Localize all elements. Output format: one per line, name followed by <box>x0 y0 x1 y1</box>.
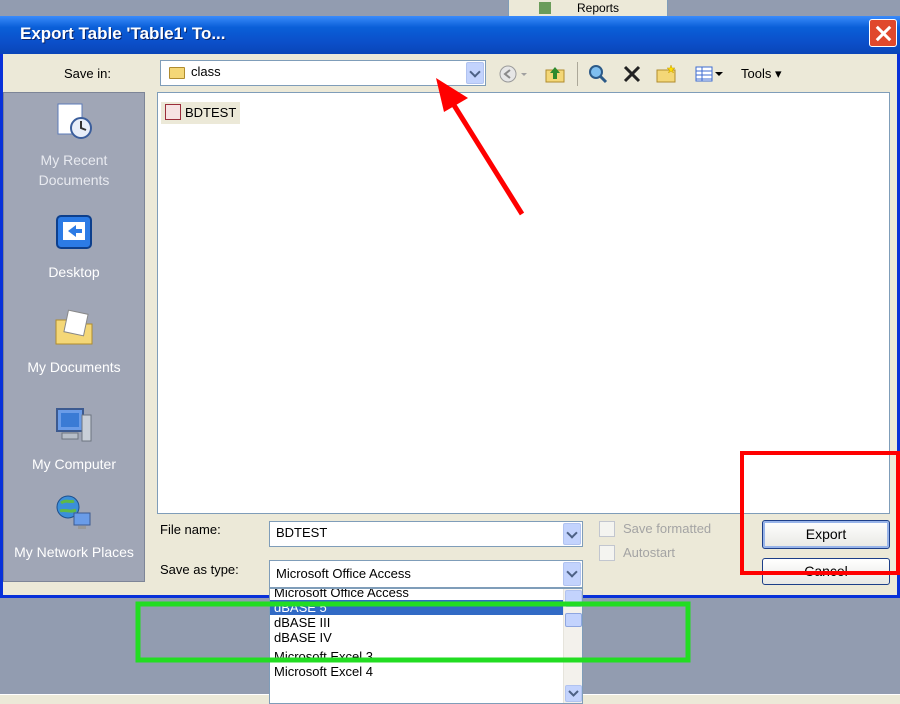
delete-icon[interactable] <box>622 64 642 84</box>
file-item-name: BDTEST <box>185 105 237 120</box>
my-computer-icon <box>56 408 92 442</box>
scroll-thumb[interactable] <box>565 613 582 627</box>
access-db-icon <box>165 104 181 120</box>
save-formatted-checkbox[interactable] <box>599 521 615 537</box>
cancel-button[interactable]: Cancel <box>762 558 890 585</box>
autostart-label: Autostart <box>623 545 676 560</box>
toolbar-separator <box>577 62 578 86</box>
save-as-type-value: Microsoft Office Access <box>276 566 411 581</box>
views-icon[interactable] <box>694 64 714 84</box>
list-item[interactable]: Microsoft Office Access <box>270 589 582 600</box>
back-dropdown-icon[interactable] <box>518 64 530 84</box>
place-my-documents[interactable]: My Documents <box>4 308 144 377</box>
my-documents-icon <box>55 309 93 345</box>
list-item[interactable]: dBASE III <box>270 615 582 630</box>
background-reports-label: Reports <box>577 1 620 15</box>
place-desktop-label: Desktop <box>48 264 100 280</box>
place-network-places[interactable]: My Network Places <box>4 493 144 562</box>
save-in-dropdown[interactable]: class <box>160 60 486 86</box>
save-in-value: class <box>191 64 221 79</box>
place-desktop[interactable]: Desktop <box>4 213 144 282</box>
cancel-button-label: Cancel <box>804 563 848 579</box>
views-dropdown-icon[interactable] <box>713 64 725 84</box>
place-network-label: My Network Places <box>14 544 134 560</box>
save-as-type-label: Save as type: <box>160 562 239 577</box>
file-name-dropdown-button[interactable] <box>563 523 581 545</box>
list-item[interactable]: Microsoft Excel 3 <box>270 649 582 664</box>
file-list[interactable]: BDTEST <box>157 92 890 514</box>
scroll-down-button[interactable] <box>565 685 582 702</box>
save-in-label: Save in: <box>64 66 111 81</box>
recent-docs-icon <box>57 103 92 139</box>
save-as-type-list[interactable]: Microsoft Office Access dBASE 5 dBASE II… <box>269 588 583 704</box>
dialog-titlebar[interactable]: Export Table 'Table1' To... <box>0 16 900 54</box>
place-recent-label: My Recent Documents <box>38 152 110 188</box>
export-button[interactable]: Export <box>762 520 890 549</box>
save-as-type-dropdown[interactable]: Microsoft Office Access <box>269 560 583 588</box>
folder-icon <box>169 67 185 79</box>
file-item[interactable]: BDTEST <box>161 102 241 124</box>
dialog-title: Export Table 'Table1' To... <box>20 24 226 43</box>
scroll-up-button[interactable] <box>565 590 582 607</box>
back-icon[interactable] <box>498 64 518 84</box>
list-item[interactable]: Microsoft Excel 4 <box>270 664 582 679</box>
file-name-combo[interactable]: BDTEST <box>269 521 583 547</box>
desktop-icon <box>56 215 92 249</box>
place-my-computer-label: My Computer <box>31 456 117 472</box>
list-item[interactable]: dBASE IV <box>270 630 582 643</box>
save-as-type-dropdown-button[interactable] <box>563 562 581 586</box>
list-item-selected[interactable]: dBASE 5 <box>270 600 582 615</box>
save-formatted-label: Save formatted <box>623 521 712 536</box>
place-my-documents-label: My Documents <box>27 359 121 375</box>
places-bar: My Recent Documents Desktop My Documents… <box>3 92 145 582</box>
file-name-label: File name: <box>160 522 221 537</box>
save-in-dropdown-button[interactable] <box>466 62 484 84</box>
autostart-checkbox[interactable] <box>599 545 615 561</box>
place-my-computer[interactable]: My Computer <box>4 405 144 474</box>
chevron-down-icon <box>568 690 579 697</box>
list-scrollbar[interactable] <box>563 589 582 703</box>
file-name-value: BDTEST <box>276 525 328 540</box>
search-web-icon[interactable] <box>588 64 608 84</box>
reports-icon <box>539 2 551 14</box>
close-button[interactable] <box>869 19 897 47</box>
new-folder-icon[interactable] <box>656 64 676 84</box>
network-places-icon <box>56 495 91 529</box>
up-one-level-icon[interactable] <box>545 64 565 84</box>
tools-menu[interactable]: Tools ▾ <box>741 66 782 82</box>
export-button-label: Export <box>805 526 847 542</box>
tools-label: Tools <box>741 66 772 81</box>
place-recent-documents[interactable]: My Recent Documents <box>4 101 144 190</box>
